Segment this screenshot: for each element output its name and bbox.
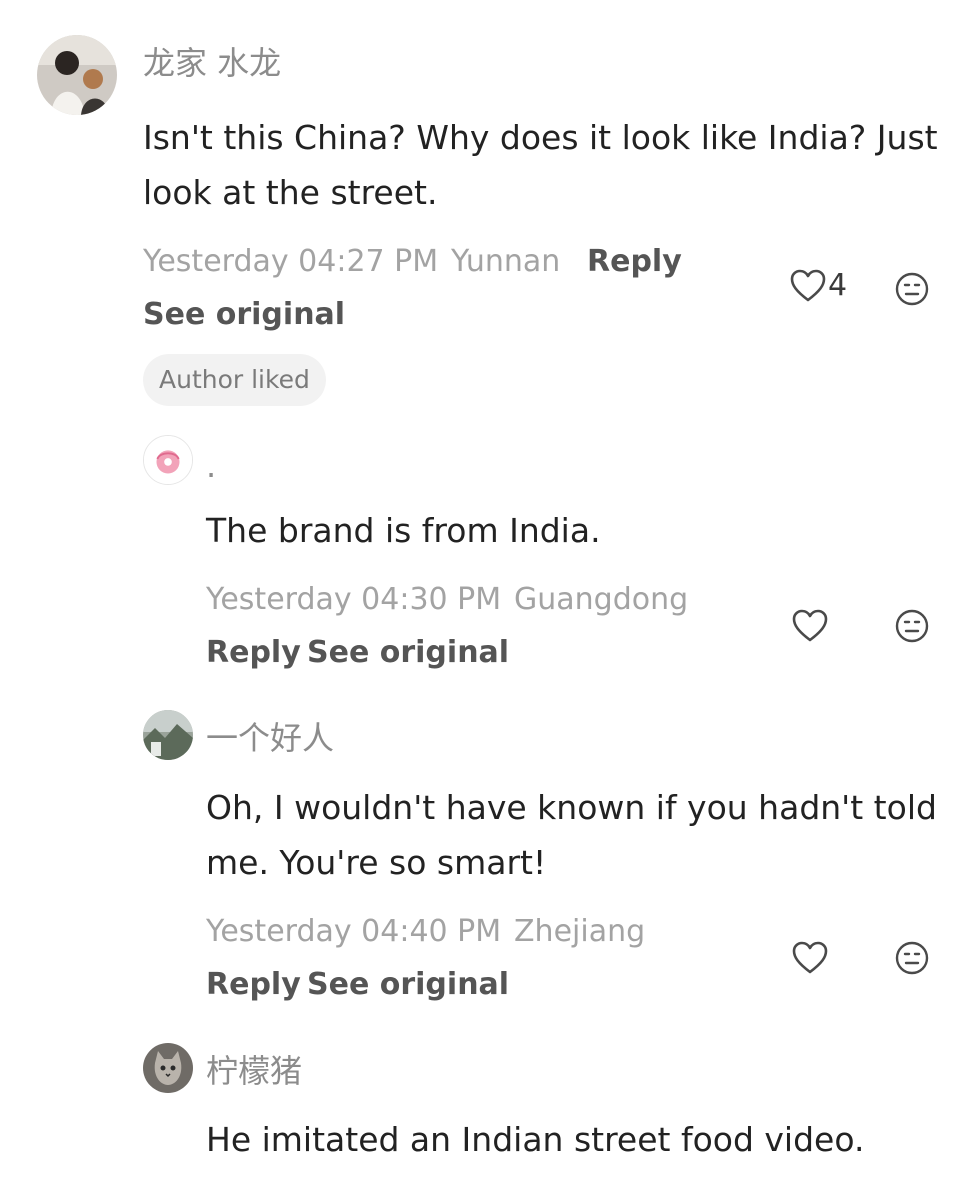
comment-location: Zhejiang <box>514 914 646 949</box>
see-original-button[interactable]: See original <box>143 295 345 335</box>
like-button[interactable] <box>792 941 828 975</box>
donut-avatar-icon <box>144 436 192 484</box>
see-original-button[interactable]: See original <box>307 633 509 673</box>
author-liked-badge: Author liked <box>143 354 326 406</box>
comment-text: Oh, I wouldn't have known if you hadn't … <box>206 788 937 882</box>
landscape-avatar-icon <box>143 710 193 760</box>
avatar[interactable] <box>143 1043 193 1093</box>
heart-outline-icon <box>792 609 828 642</box>
dislike-button[interactable] <box>895 941 929 979</box>
like-count: 4 <box>828 268 848 303</box>
username[interactable]: 一个好人 <box>206 718 334 758</box>
meh-face-icon <box>895 941 929 975</box>
comment-text: He imitated an Indian street food video. <box>206 1120 865 1159</box>
reply-button[interactable]: Reply <box>206 633 301 673</box>
username[interactable]: 柠檬猪 <box>206 1051 302 1091</box>
comment-timestamp: Yesterday 04:30 PM <box>206 582 502 617</box>
meh-face-icon <box>895 609 929 643</box>
avatar-photo-icon <box>37 35 117 115</box>
username[interactable]: 龙家 水龙 <box>143 43 281 83</box>
comment-text: Isn't this China? Why does it look like … <box>143 118 938 212</box>
reply-button[interactable]: Reply <box>587 242 682 282</box>
like-button[interactable]: 4 <box>790 268 847 303</box>
avatar[interactable] <box>37 35 117 115</box>
reply-button[interactable]: Reply <box>206 965 301 1005</box>
comment-timestamp: Yesterday 04:40 PM <box>206 914 502 949</box>
cat-avatar-icon <box>143 1043 193 1093</box>
dislike-button[interactable] <box>895 609 929 647</box>
like-button[interactable] <box>792 609 828 643</box>
dislike-button[interactable] <box>895 272 929 310</box>
comment-location: Yunnan <box>451 244 561 279</box>
comment-item: 龙家 水龙 Isn't this China? Why does it look… <box>0 0 980 420</box>
comment-text: The brand is from India. <box>206 511 601 550</box>
avatar[interactable] <box>143 710 193 760</box>
comment-location: Guangdong <box>514 582 689 617</box>
heart-outline-icon <box>792 941 828 974</box>
see-original-button[interactable]: See original <box>307 965 509 1005</box>
comment-timestamp: Yesterday 04:27 PM <box>143 244 439 279</box>
reply-item: 柠檬猪 He imitated an Indian street food vi… <box>0 1035 980 1199</box>
reply-item: 一个好人 Oh, I wouldn't have known if you ha… <box>0 700 980 1035</box>
username[interactable]: . <box>206 446 216 486</box>
reply-item: . The brand is from India. Yesterday 04:… <box>0 420 980 700</box>
heart-outline-icon <box>790 269 826 301</box>
meh-face-icon <box>895 272 929 306</box>
avatar[interactable] <box>143 435 193 485</box>
